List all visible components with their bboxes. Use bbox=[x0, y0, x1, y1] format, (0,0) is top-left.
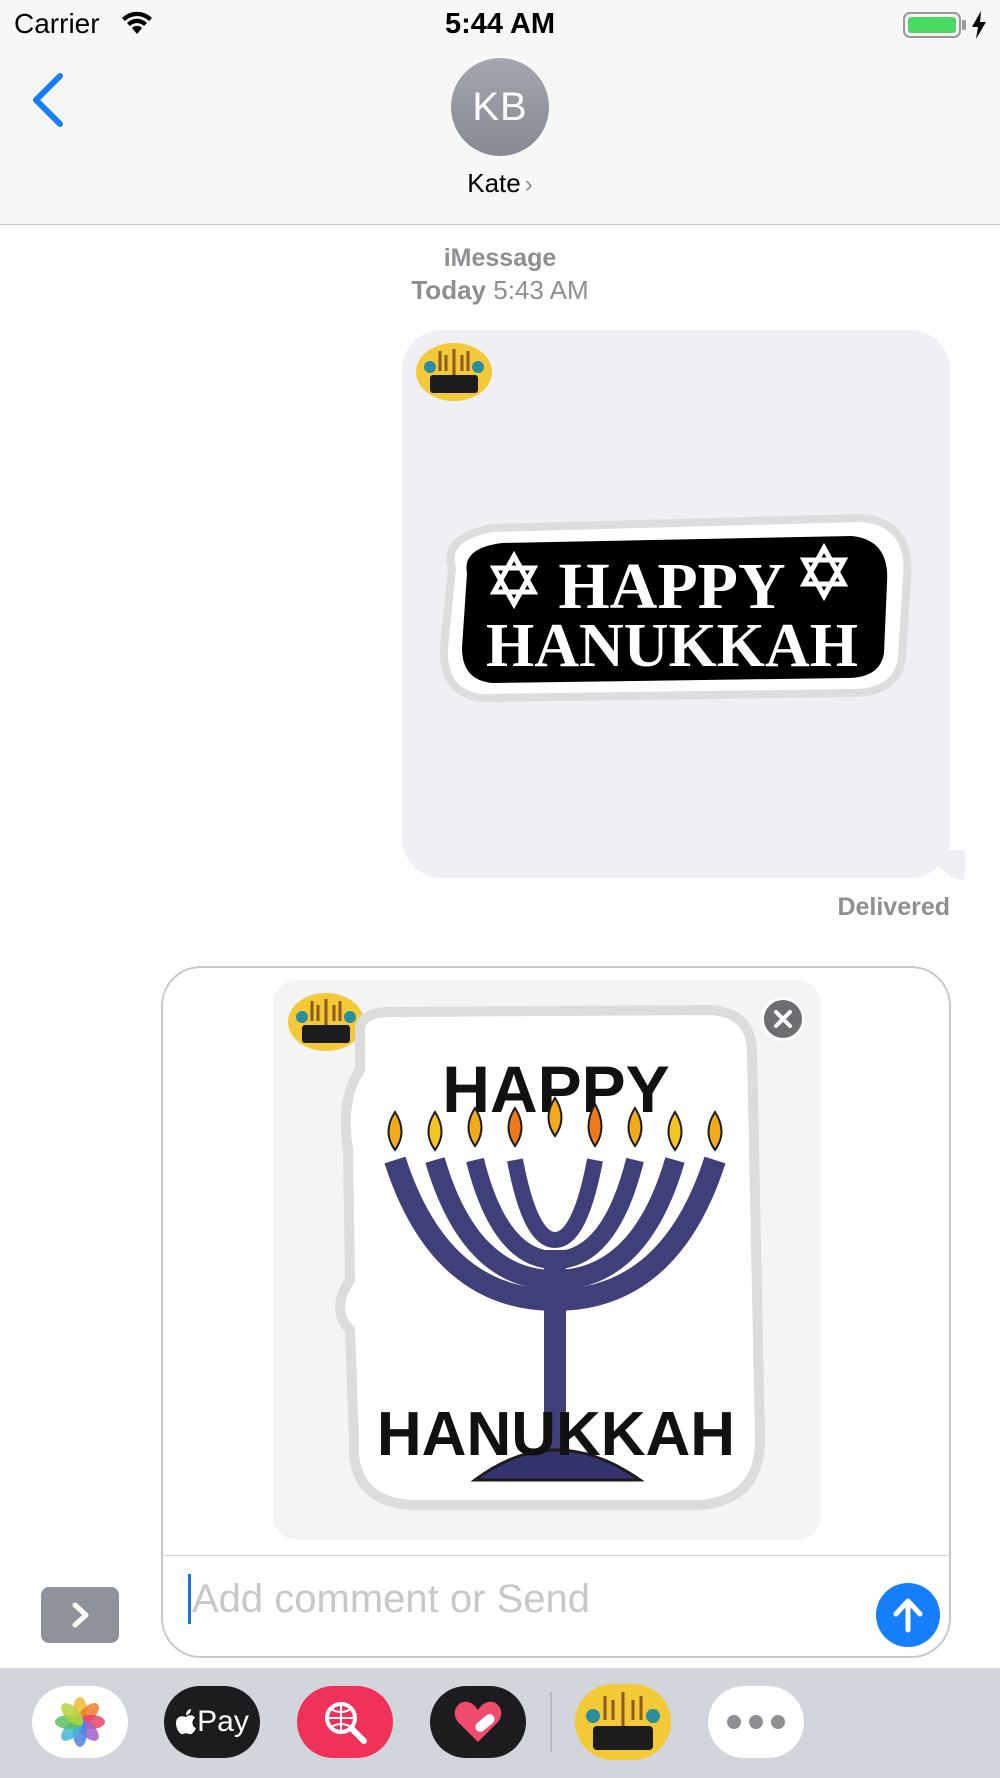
chevron-right-icon: › bbox=[524, 171, 533, 198]
app-photos-button[interactable] bbox=[32, 1686, 128, 1758]
back-button[interactable] bbox=[24, 68, 74, 128]
remove-sticker-button[interactable] bbox=[761, 997, 805, 1041]
chevron-left-icon bbox=[33, 73, 63, 127]
arrow-up-icon bbox=[893, 1598, 923, 1633]
app-apple-pay-button[interactable]: Pay bbox=[164, 1686, 260, 1758]
contact-name: Kate bbox=[467, 168, 521, 198]
send-button[interactable] bbox=[876, 1583, 940, 1647]
charging-bolt-icon bbox=[972, 11, 986, 39]
service-label: iMessage bbox=[443, 244, 557, 272]
happy-hanukkah-menorah-sticker: HAPPY HANUKKAH bbox=[335, 1004, 766, 1510]
chevron-right-icon bbox=[72, 1602, 89, 1628]
comment-input[interactable] bbox=[192, 1572, 752, 1626]
conversation-header: KB Kate › bbox=[0, 50, 1000, 225]
contact-avatar[interactable]: KB bbox=[451, 58, 549, 156]
app-happy-hanukkah-button[interactable] bbox=[575, 1684, 671, 1760]
status-bar: Carrier 5:44 AM bbox=[0, 0, 1000, 50]
text-cursor bbox=[188, 1574, 191, 1624]
app-digital-touch-button[interactable] bbox=[430, 1686, 526, 1758]
expand-apps-button[interactable] bbox=[41, 1587, 119, 1643]
globe-search-icon bbox=[325, 1702, 367, 1744]
status-time: 5:44 AM bbox=[444, 8, 556, 40]
battery-icon bbox=[903, 12, 961, 38]
compose-divider bbox=[163, 1555, 949, 1556]
bubble-tail bbox=[935, 850, 965, 880]
photos-icon bbox=[55, 1697, 105, 1747]
close-icon bbox=[774, 1010, 792, 1028]
timestamp-time: 5:43 AM bbox=[493, 275, 589, 305]
more-icon bbox=[727, 1715, 785, 1729]
hanukkah-sticker-icon bbox=[586, 1692, 660, 1750]
app-drawer-separator bbox=[550, 1692, 552, 1752]
delivery-status: Delivered bbox=[837, 893, 950, 921]
happy-hanukkah-sticker: HAPPY HANUKKAH bbox=[439, 513, 912, 703]
timestamp-day: Today bbox=[411, 275, 486, 305]
app-web-images-button[interactable] bbox=[297, 1686, 393, 1758]
sticker-app-badge-icon[interactable] bbox=[416, 343, 492, 401]
contact-name-button[interactable]: Kate › bbox=[0, 168, 1000, 199]
menorah-sticker-line2: HANUKKAH bbox=[377, 1400, 735, 1469]
app-more-button[interactable] bbox=[708, 1686, 804, 1758]
sticker-text-line2: HANUKKAH bbox=[486, 612, 858, 680]
apple-pay-label: Pay bbox=[197, 1705, 249, 1738]
battery-nub bbox=[962, 20, 966, 30]
apple-logo-icon bbox=[176, 1709, 197, 1735]
heart-icon bbox=[454, 1701, 502, 1742]
message-timestamp: Today 5:43 AM bbox=[0, 275, 1000, 306]
